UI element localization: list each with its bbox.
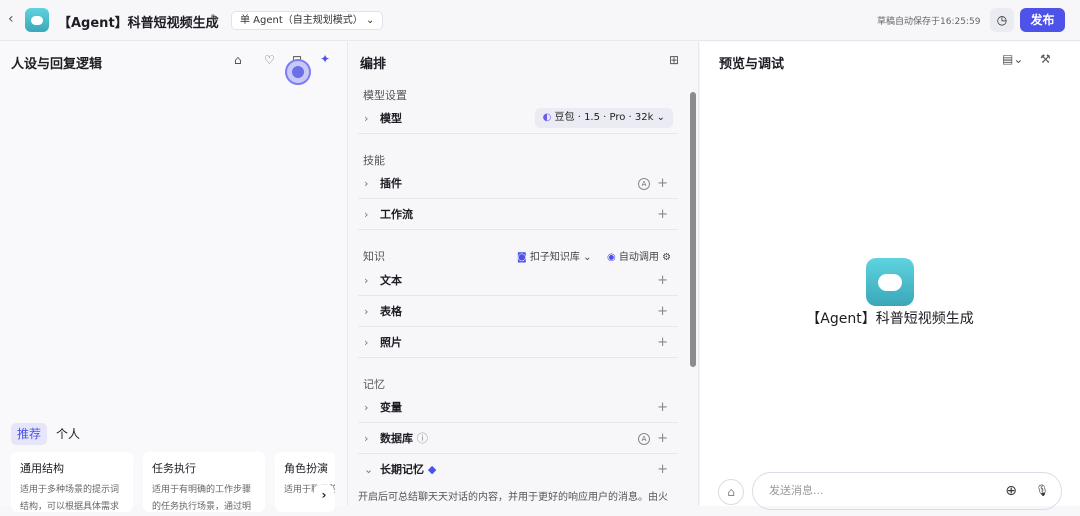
template-card[interactable]: 通用结构适用于多种场景的提示词结构，可以根据具体需求 [11,452,133,512]
message-input[interactable]: 发送消息... ⊕ 🎙 [752,472,1062,510]
card-desc: 适用于多种场景的提示词结构，可以根据具体需求 [20,485,120,512]
debug-settings-icon[interactable]: ▤⌄ [1002,52,1023,66]
panel-title: 预览与调试 [719,57,785,72]
tab-recommended[interactable]: 推荐 [11,423,48,445]
agent-name: 【Agent】科普短视频生成 [806,311,974,327]
scrollbar[interactable] [690,92,696,367]
sparkle-icon[interactable]: ✦ [320,52,330,66]
add-icon[interactable]: + [657,169,668,199]
row-label: 工作流 [380,208,413,221]
section-skills: 技能 [363,154,385,167]
add-icon[interactable]: + [657,297,668,327]
row-label: 数据库 [380,432,413,445]
photo-row[interactable]: › 照片 + [358,328,678,358]
card-title: 角色扮演 [284,462,328,475]
model-value: 豆包 · 1.5 · Pro · 32k [554,112,654,123]
row-label: 表格 [380,305,402,318]
add-attachment-icon[interactable]: ⊕ [1005,473,1017,509]
long-memory-desc: 开启后可总结聊天天对话的内容，并用于更好的响应用户的消息。由火 [358,492,668,503]
add-icon[interactable]: + [657,455,668,485]
variable-row[interactable]: › 变量 + [358,393,678,423]
agent-logo [25,8,49,32]
agent-title: 【Agent】科普短视频生成 [58,16,219,31]
row-label: 插件 [380,177,402,190]
autosave-status: 草稿自动保存于16:25:59 [877,17,981,27]
template-icon[interactable]: ⌂ [234,53,242,67]
auto-icon[interactable]: A [638,433,650,445]
add-icon[interactable]: + [657,200,668,230]
add-icon[interactable]: + [657,393,668,423]
section-model: 模型设置 [363,89,407,102]
section-knowledge: 知识 [363,250,385,263]
row-label: 文本 [380,274,402,287]
template-card[interactable]: 任务执行适用于有明确的工作步骤的任务执行场景，通过明 [143,452,265,512]
kb-source-select[interactable]: ◙ 扣子知识库 ⌄ [517,248,591,263]
model-select[interactable]: ◐ 豆包 · 1.5 · Pro · 32k ⌄ [534,108,673,128]
database-row[interactable]: › 数据库 ⓘ A + [358,424,678,454]
kb-mode-label: 自动调用 [618,252,659,263]
panel-title: 编排 [360,57,387,72]
microphone-icon[interactable]: 🎙 [1035,473,1049,509]
tab-personal[interactable]: 个人 [50,423,86,445]
preview-panel: 预览与调试 ▤⌄ ⚒ 【Agent】科普短视频生成 ⌂ 发送消息... ⊕ 🎙 [700,42,1080,510]
section-memory: 记忆 [363,378,385,391]
row-label: 长期记忆 [380,463,424,476]
premium-icon: ◆ [427,463,437,476]
model-row[interactable]: › 模型 ◐ 豆包 · 1.5 · Pro · 32k ⌄ [358,104,678,134]
mode-select[interactable]: 单 Agent（自主规划模式） ⌄ [231,11,384,30]
table-row[interactable]: › 表格 + [358,297,678,327]
row-label: 模型 [380,112,402,125]
wrench-icon[interactable]: ⚒ [1040,52,1051,66]
mode-label: 单 Agent（自主规划模式） [240,15,363,26]
plugin-row[interactable]: › 插件 A + [358,169,678,199]
back-icon[interactable]: ‹ [8,11,14,27]
card-title: 通用结构 [20,462,64,475]
card-desc: 适用于有明确的工作步骤的任务执行场景，通过明 [152,485,252,512]
agent-avatar [866,258,914,306]
publish-button[interactable]: 发布 [1020,8,1065,32]
card-title: 任务执行 [152,462,196,475]
bulb-icon[interactable]: ♡ [264,53,275,67]
panel-title: 人设与回复逻辑 [11,57,103,72]
persona-panel: 人设与回复逻辑 ⌂ ♡ ⊟ ✦ 推荐 个人 通用结构适用于多种场景的提示词结构，… [0,42,348,512]
info-icon[interactable]: ⓘ [417,432,428,445]
workflow-row[interactable]: › 工作流 + [358,200,678,230]
add-icon[interactable]: + [657,328,668,358]
top-bar: ‹ 【Agent】科普短视频生成 ✎ 单 Agent（自主规划模式） ⌄ 草稿自… [0,0,1080,41]
add-icon[interactable]: + [657,424,668,454]
auto-icon[interactable]: A [638,178,650,190]
input-placeholder: 发送消息... [769,484,824,497]
next-arrow-button[interactable]: › [314,485,334,505]
add-icon[interactable]: + [657,266,668,296]
edit-icon[interactable]: ✎ [210,12,219,25]
long-memory-row[interactable]: ⌄ 长期记忆 ◆ + [358,455,678,485]
arrange-panel: 编排 ⊞ 模型设置 › 模型 ◐ 豆包 · 1.5 · Pro · 32k ⌄ 技能… [349,42,699,506]
history-button[interactable]: ◷ [990,8,1014,32]
clear-context-button[interactable]: ⌂ [718,479,744,505]
row-label: 照片 [380,336,402,349]
kb-mode-select[interactable]: ◉ 自动调用 ⚙ [607,248,671,263]
cursor-indicator [285,59,311,85]
grid-icon[interactable]: ⊞ [669,53,679,67]
text-row[interactable]: › 文本 + [358,266,678,296]
row-label: 变量 [380,401,402,414]
kb-source-label: 扣子知识库 [529,252,580,263]
